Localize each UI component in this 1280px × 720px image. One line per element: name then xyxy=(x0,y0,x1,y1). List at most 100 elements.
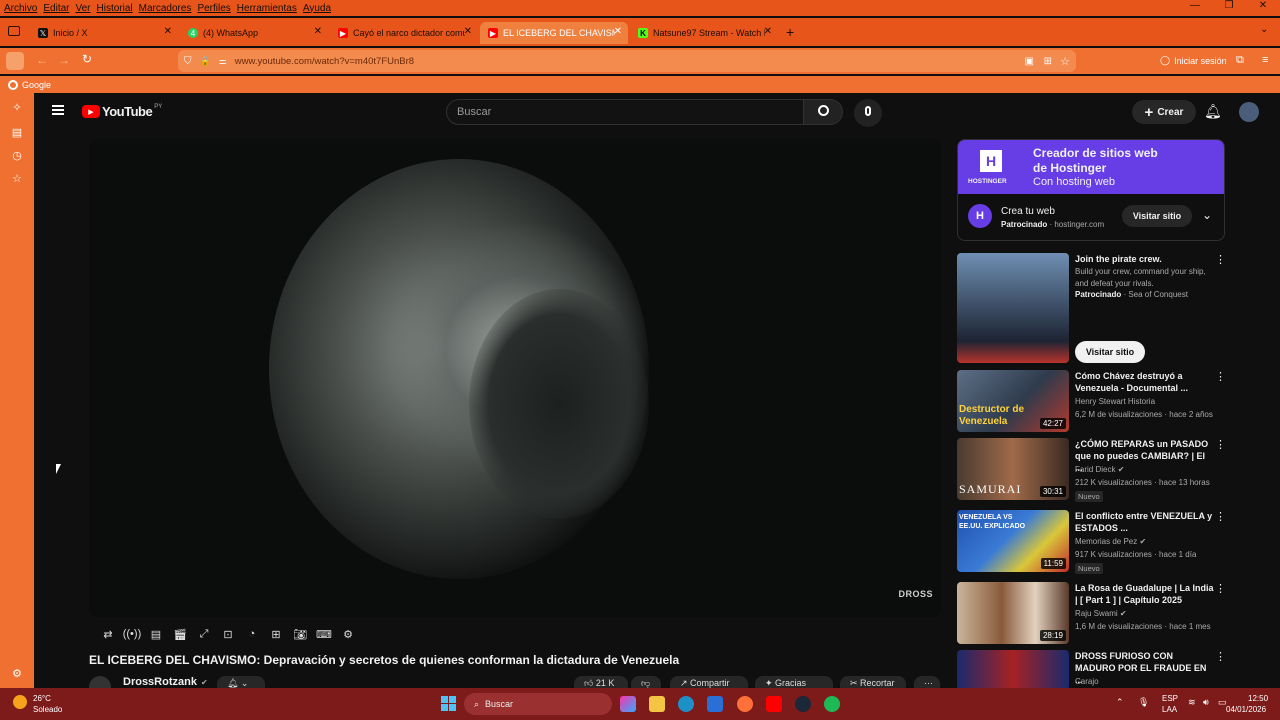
permissions-icon[interactable]: ⚌ xyxy=(219,56,227,67)
channel-name[interactable]: DrossRotzank xyxy=(123,676,197,688)
close-tab-icon[interactable]: ✕ xyxy=(314,26,322,37)
keyboard-icon[interactable]: ⌨ xyxy=(312,627,336,641)
menu-ayuda[interactable]: Ayuda xyxy=(303,3,331,14)
close-window-icon[interactable]: ✕ xyxy=(1246,0,1280,16)
visit-site-button[interactable]: Visitar sitio xyxy=(1122,205,1192,227)
close-tab-icon[interactable]: ✕ xyxy=(164,26,172,37)
video-thumbnail[interactable]: Destructor de Venezuela 42:27 xyxy=(957,370,1069,432)
history-icon[interactable]: ◷ xyxy=(10,149,24,163)
close-tab-icon[interactable]: ✕ xyxy=(764,26,772,37)
settings-icon[interactable]: ⚙ xyxy=(10,667,24,681)
app-menu-icon[interactable]: ≡ xyxy=(1262,54,1268,66)
more-options-icon[interactable]: ⋮ xyxy=(1215,650,1226,663)
video-player[interactable]: DROSS xyxy=(89,139,941,617)
restore-icon[interactable]: ❐ xyxy=(1212,0,1246,16)
expand-icon[interactable]: ⤢ xyxy=(192,627,216,641)
more-options-icon[interactable]: ⋮ xyxy=(1215,370,1226,383)
extensions-icon[interactable]: ⧉ xyxy=(1236,54,1244,67)
url-bar[interactable]: ⛉ 🔒 ⚌ www.youtube.com/watch?v=m40t7FUnBr… xyxy=(178,50,1076,72)
tab-x[interactable]: 𝕏 Inicio / X ✕ xyxy=(30,22,178,44)
avatar[interactable] xyxy=(1239,102,1259,122)
cinema-icon[interactable]: 🎬︎ xyxy=(168,627,192,641)
speed-icon[interactable]: ◔ xyxy=(240,627,264,641)
bookmark-star-icon[interactable]: ☆ xyxy=(1060,55,1070,68)
tab-list-icon[interactable] xyxy=(8,26,20,36)
share-button[interactable]: ↗ Compartir xyxy=(670,676,748,688)
video-thumbnail[interactable]: SAMURAI 30:31 xyxy=(957,438,1069,500)
edge-icon[interactable] xyxy=(678,696,694,712)
list-item[interactable]: DROSS FURIOSO CON MADURO POR EL FRAUDE E… xyxy=(957,650,1257,688)
video-thumbnail[interactable]: 28:19 xyxy=(957,582,1069,644)
mini-player-icon[interactable]: ⊡ xyxy=(216,627,240,641)
video-channel[interactable]: Carajo xyxy=(1075,677,1099,686)
bookmarks-icon[interactable]: ☆ xyxy=(10,172,24,186)
new-tab-icon[interactable]: + xyxy=(786,24,794,40)
ad-thumbnail[interactable] xyxy=(957,253,1069,363)
notify-button[interactable]: 🔔︎ ⌄ xyxy=(217,676,265,688)
tab-youtube-1[interactable]: ▶ Cayó el narco dictador comuni ✕ xyxy=(330,22,478,44)
like-button[interactable]: 👍︎ 21 K xyxy=(574,676,628,688)
screenshot-icon[interactable]: 📷︎ xyxy=(288,627,312,641)
video-channel[interactable]: Memorias de Pez ✔ xyxy=(1075,537,1146,546)
menu-perfiles[interactable]: Perfiles xyxy=(197,3,230,14)
playlist-add-icon[interactable]: ⊞ xyxy=(264,627,288,641)
menu-herramientas[interactable]: Herramientas xyxy=(237,3,297,14)
watched-icon[interactable]: ▤ xyxy=(144,627,168,641)
close-tab-icon[interactable]: ✕ xyxy=(464,26,472,37)
menu-marcadores[interactable]: Marcadores xyxy=(139,3,192,14)
menu-ver[interactable]: Ver xyxy=(75,3,90,14)
spotify-icon[interactable] xyxy=(824,696,840,712)
more-actions-button[interactable]: ⋯ xyxy=(914,676,940,688)
forward-icon[interactable]: → xyxy=(58,53,70,67)
taskbar-search[interactable]: ⌕ Buscar xyxy=(464,693,612,715)
loop-icon[interactable]: ⇄ xyxy=(96,627,120,641)
create-button[interactable]: + Crear xyxy=(1132,100,1196,124)
more-options-icon[interactable]: ⋮ xyxy=(1215,253,1226,266)
ad-banner[interactable]: H HOSTINGER Creador de sitios web de Hos… xyxy=(958,140,1224,194)
sea-of-conquest-ad[interactable]: Join the pirate crew. Build your crew, c… xyxy=(957,253,1257,365)
chevron-down-icon[interactable]: ⌄ xyxy=(1202,208,1212,222)
visit-site-button[interactable]: Visitar sitio xyxy=(1075,341,1145,363)
steam-icon[interactable] xyxy=(795,696,811,712)
voice-search-button[interactable] xyxy=(854,99,882,127)
youtube-logo[interactable]: ▶ YouTube PY xyxy=(82,104,162,119)
menu-historial[interactable]: Historial xyxy=(97,3,133,14)
list-item[interactable]: Destructor de Venezuela 42:27 Cómo Cháve… xyxy=(957,370,1257,432)
microphone-tray-icon[interactable]: 🎙︎ xyxy=(1138,697,1149,708)
tray-overflow-icon[interactable]: ⌃ xyxy=(1116,697,1124,708)
dislike-button[interactable]: 👎︎ xyxy=(631,676,661,688)
channel-avatar[interactable] xyxy=(89,676,111,688)
menu-editar[interactable]: Editar xyxy=(43,3,69,14)
close-tab-icon[interactable]: ✕ xyxy=(614,26,622,37)
minimize-icon[interactable]: — xyxy=(1178,0,1212,16)
list-item[interactable]: 28:19 La Rosa de Guadalupe | La India | … xyxy=(957,582,1257,644)
reader-icon[interactable]: ▣ xyxy=(1025,56,1034,67)
copilot-icon[interactable] xyxy=(620,696,636,712)
mail-icon[interactable] xyxy=(707,696,723,712)
weather-icon[interactable] xyxy=(13,695,27,709)
list-item[interactable]: SAMURAI 30:31 ¿CÓMO REPARAS un PASADO qu… xyxy=(957,438,1257,502)
synced-tabs-icon[interactable]: ▤ xyxy=(10,126,24,140)
youtube-app-icon[interactable] xyxy=(766,696,782,712)
video-thumbnail[interactable]: VENEZUELA VS EE.UU. EXPLICADO 11:59 xyxy=(957,510,1069,572)
weather-temp[interactable]: 26°C xyxy=(33,694,51,703)
hostinger-ad[interactable]: H HOSTINGER Creador de sitios web de Hos… xyxy=(957,139,1225,241)
video-channel[interactable]: Raju Swami ✔ xyxy=(1075,609,1127,618)
clip-button[interactable]: ✂ Recortar xyxy=(840,676,906,688)
video-channel[interactable]: Henry Stewart Historia xyxy=(1075,397,1155,406)
thanks-button[interactable]: ✦ Gracias xyxy=(755,676,833,688)
settings-gear-icon[interactable]: ⚙ xyxy=(336,627,360,641)
broadcast-icon[interactable]: ((•)) xyxy=(120,627,144,641)
tab-overflow-icon[interactable]: ⌄ xyxy=(1260,24,1268,35)
file-explorer-icon[interactable] xyxy=(649,696,665,712)
video-thumbnail[interactable] xyxy=(957,650,1069,688)
sidebar-toggle-icon[interactable] xyxy=(6,52,24,70)
more-options-icon[interactable]: ⋮ xyxy=(1215,582,1226,595)
search-button[interactable] xyxy=(803,99,843,125)
hamburger-menu-icon[interactable] xyxy=(52,105,64,115)
ai-sparkle-icon[interactable]: ✧ xyxy=(10,101,24,115)
more-options-icon[interactable]: ⋮ xyxy=(1215,438,1226,451)
video-channel[interactable]: Farid Dieck ✔ xyxy=(1075,465,1124,474)
shield-icon[interactable]: ⛉ xyxy=(184,56,192,67)
pip-icon[interactable]: ⊞ xyxy=(1044,56,1052,67)
